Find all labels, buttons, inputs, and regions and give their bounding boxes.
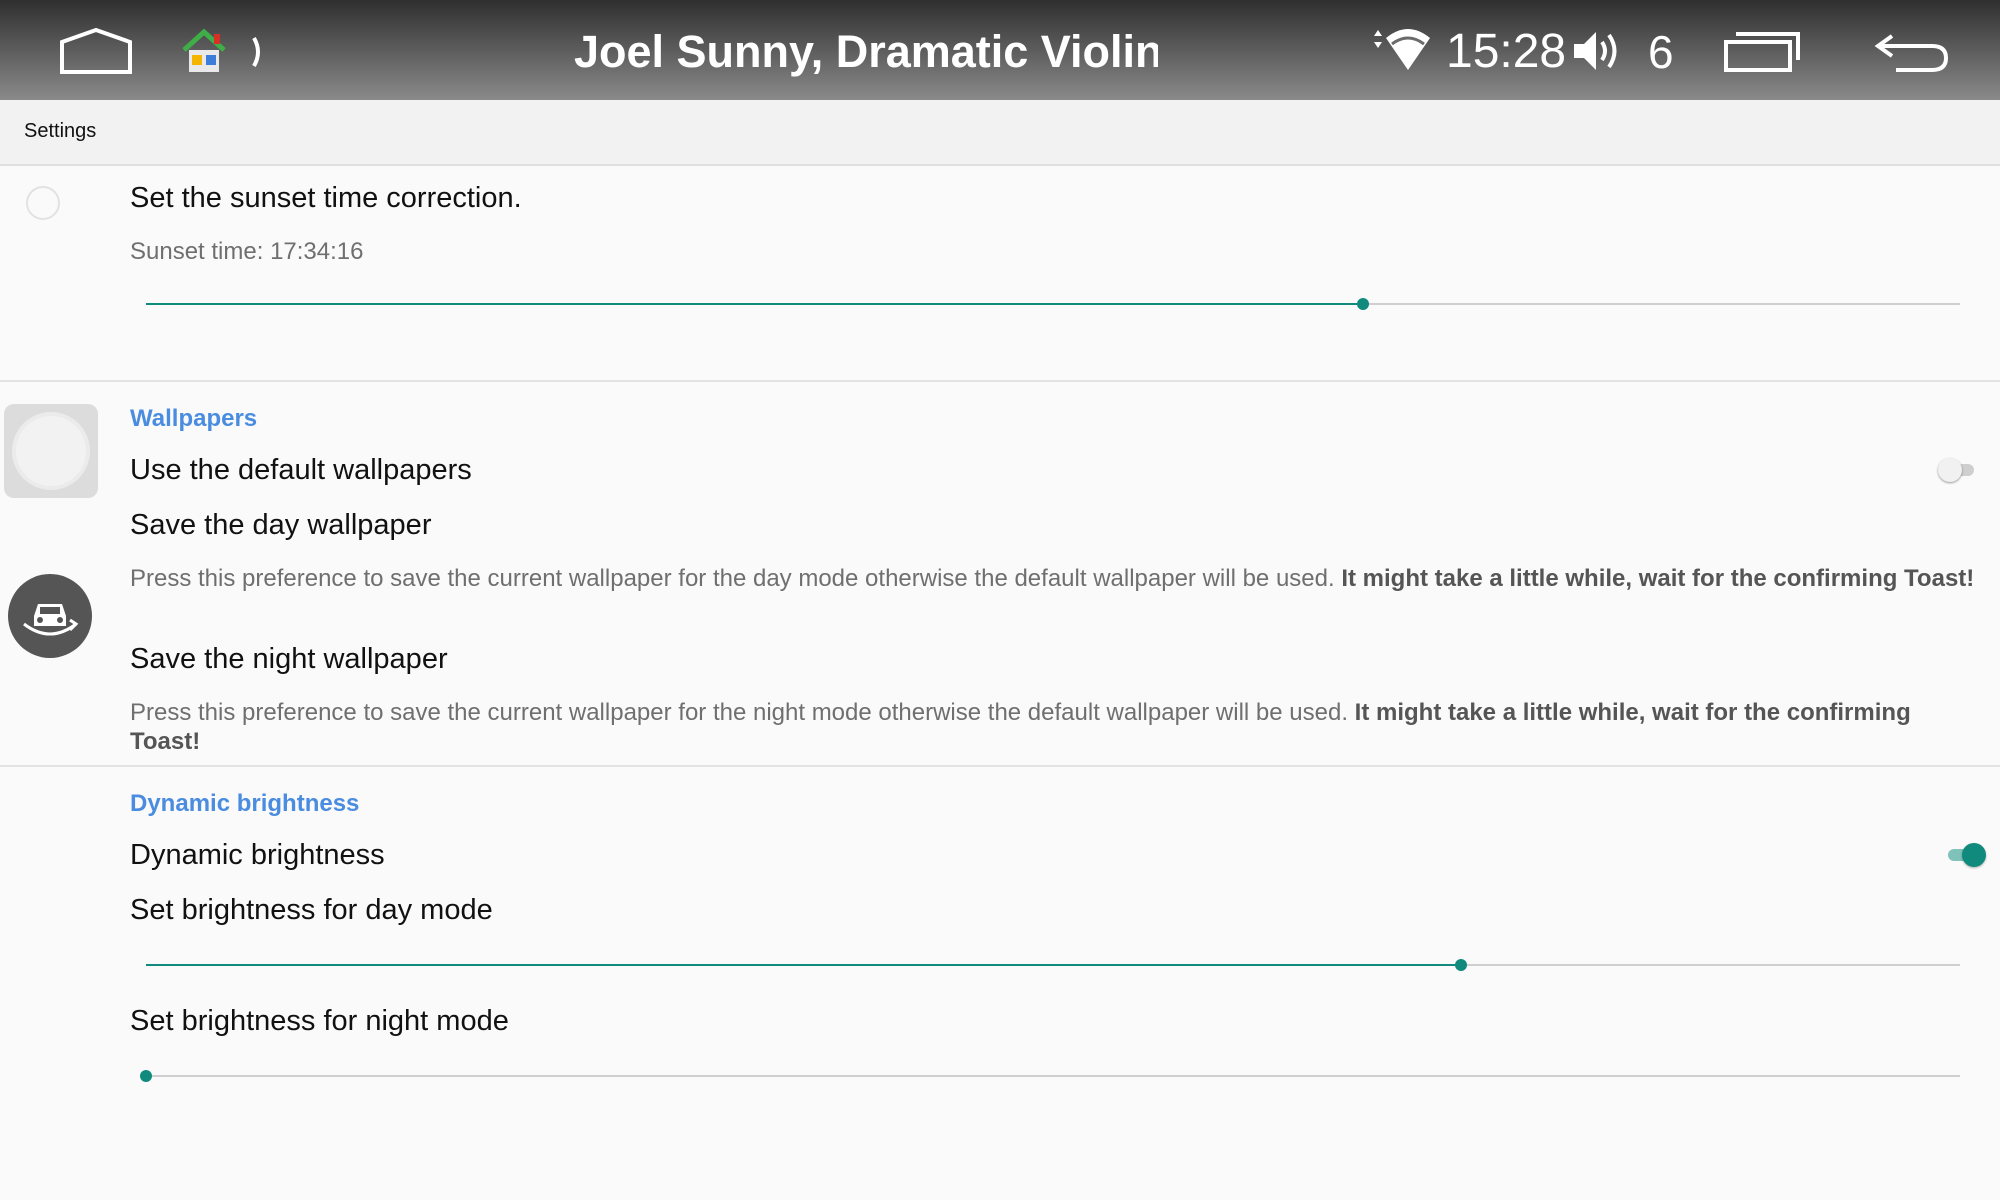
save-night-summary-text: Press this preference to save the curren… [130, 699, 1355, 726]
night-brightness-title[interactable]: Set brightness for night mode [130, 1005, 509, 1038]
status-bar: Joel Sunny, Dramatic Violin - M 15:28 6 [0, 0, 2000, 100]
save-day-wallpaper-title[interactable]: Save the day wallpaper [130, 509, 431, 542]
section-divider [0, 765, 2000, 767]
car-rotate-icon [8, 574, 92, 658]
day-brightness-title[interactable]: Set brightness for day mode [130, 894, 493, 927]
media-title[interactable]: Joel Sunny, Dramatic Violin - M [574, 20, 1158, 84]
slider-thumb[interactable] [140, 1070, 152, 1082]
wallpaper-preview-icon [4, 404, 98, 498]
save-day-wallpaper-summary: Press this preference to save the curren… [130, 564, 1975, 593]
launcher-house-icon[interactable] [180, 28, 228, 74]
section-divider [0, 380, 2000, 382]
recents-icon[interactable] [1722, 28, 1802, 74]
sunset-correction-slider[interactable] [146, 294, 1960, 314]
home-icon[interactable] [58, 26, 134, 76]
day-brightness-slider[interactable] [146, 955, 1960, 975]
sunset-correction-title[interactable]: Set the sunset time correction. [130, 182, 522, 215]
use-default-wallpapers-switch[interactable] [1938, 457, 1976, 483]
dynamic-brightness-title[interactable]: Dynamic brightness [130, 839, 385, 872]
wallpapers-category: Wallpapers [130, 405, 258, 432]
volume-level: 6 [1648, 26, 1674, 78]
save-night-wallpaper-summary: Press this preference to save the curren… [130, 698, 1975, 756]
clock-time: 15:28 [1446, 25, 1567, 78]
sunset-time-summary: Sunset time: 17:34:16 [130, 238, 364, 265]
night-brightness-slider[interactable] [140, 1066, 1960, 1086]
save-day-summary-warning: It might take a little while, wait for t… [1341, 565, 1975, 592]
dynamic-brightness-category: Dynamic brightness [130, 790, 360, 817]
back-arrow-icon[interactable] [1872, 26, 1952, 76]
sunset-radio-icon[interactable] [26, 186, 60, 220]
use-default-wallpapers-title[interactable]: Use the default wallpapers [130, 454, 472, 487]
slider-thumb[interactable] [1357, 298, 1370, 310]
music-note-icon [250, 32, 266, 72]
app-bar: Settings [0, 100, 2000, 166]
save-night-wallpaper-title[interactable]: Save the night wallpaper [130, 643, 448, 676]
slider-thumb[interactable] [1455, 959, 1468, 971]
dynamic-brightness-switch[interactable] [1946, 842, 1986, 868]
volume-icon[interactable] [1572, 26, 1624, 76]
wifi-icon [1368, 24, 1432, 74]
save-day-summary-text: Press this preference to save the curren… [130, 565, 1342, 592]
app-bar-title: Settings [24, 120, 97, 142]
